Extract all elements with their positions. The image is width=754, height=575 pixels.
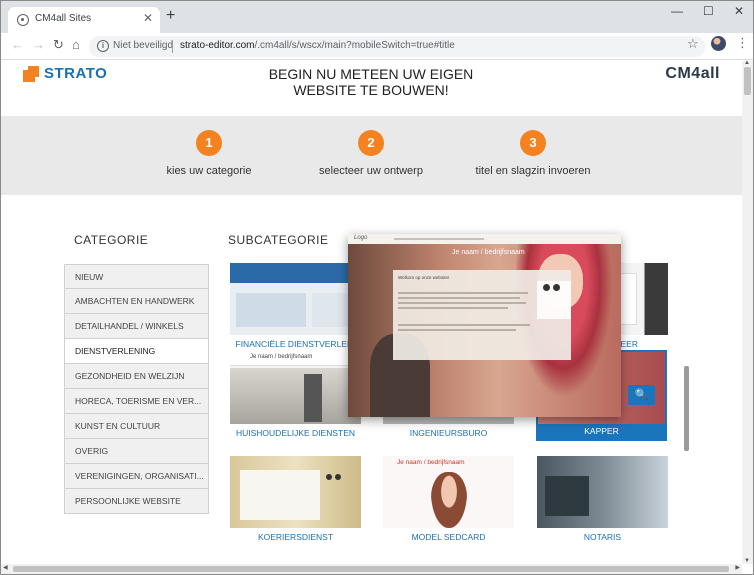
thumb-title: Je naam / bedrijfsnaam bbox=[397, 459, 465, 466]
subcategory-label: KOERIERSDIENST bbox=[257, 532, 334, 542]
subcategories-title: SUBCATEGORIE bbox=[228, 233, 329, 247]
template-preview-popup: Logo Je naam / bedrijfsnaam Welkom op on… bbox=[348, 234, 621, 417]
address-separator bbox=[172, 40, 173, 53]
browser-window: CM4all Sites ✕ + — ☐ ✕ ← → ↻ ⌂ i Niet be… bbox=[0, 0, 754, 575]
preview-logo: Logo bbox=[354, 235, 368, 241]
cm4all-logo: CM4all bbox=[665, 65, 720, 82]
preview-text-line bbox=[398, 329, 516, 331]
page-horizontal-scrollbar[interactable]: ◀ ▶ bbox=[1, 564, 742, 574]
url-path: /.cm4all/s/wscx/main?mobileSwitch=true#t… bbox=[254, 40, 455, 51]
subcategory-tile-model-sedcard[interactable]: Je naam / bedrijfsnaam MODEL SEDCARD bbox=[383, 456, 514, 542]
maximize-icon[interactable]: ☐ bbox=[703, 4, 714, 18]
category-item-horeca[interactable]: HORECA, TOERISME EN VER... bbox=[64, 389, 209, 414]
thumb-title: Je naam / bedrijfsnaam bbox=[250, 354, 313, 360]
social-dot-icon bbox=[553, 284, 560, 291]
reload-icon[interactable]: ↻ bbox=[53, 37, 64, 53]
step-3: 3 titel en slagzin invoeren bbox=[433, 130, 633, 177]
tab-cm4all-sites[interactable]: CM4all Sites ✕ bbox=[8, 7, 160, 33]
preview-text-line bbox=[398, 324, 530, 326]
step-number: 3 bbox=[520, 130, 546, 156]
profile-avatar[interactable] bbox=[711, 36, 726, 51]
security-status: Niet beveiligd bbox=[113, 40, 174, 51]
tab-title: CM4all Sites bbox=[35, 13, 92, 24]
category-item-overig[interactable]: OVERIG bbox=[64, 439, 209, 464]
scroll-right-icon[interactable]: ▶ bbox=[735, 564, 740, 571]
preview-nav-line bbox=[394, 238, 484, 240]
page-headline: BEGIN NU METEEN UW EIGEN WEBSITE TE BOUW… bbox=[221, 66, 521, 98]
preview-nav-bar: Logo bbox=[348, 234, 621, 244]
page-content: STRATO BEGIN NU METEEN UW EIGEN WEBSITE … bbox=[1, 61, 742, 564]
scroll-up-icon[interactable]: ▲ bbox=[744, 60, 750, 66]
preview-slogan: Je naam / bedrijfsnaam bbox=[452, 249, 525, 256]
step-number: 1 bbox=[196, 130, 222, 156]
template-thumbnail bbox=[537, 456, 668, 528]
minimize-icon[interactable]: — bbox=[671, 4, 683, 18]
site-header: STRATO BEGIN NU METEEN UW EIGEN WEBSITE … bbox=[1, 61, 742, 116]
globe-icon bbox=[17, 14, 29, 26]
back-icon[interactable]: ← bbox=[11, 37, 24, 52]
category-item-nieuw[interactable]: NIEUW bbox=[64, 264, 209, 289]
tab-strip: CM4all Sites ✕ + — ☐ ✕ bbox=[1, 1, 753, 33]
category-list: NIEUW AMBACHTEN EN HANDWERK DETAILHANDEL… bbox=[64, 264, 209, 514]
subcategory-label: HUISHOUDELIJKE DIENSTEN bbox=[235, 428, 356, 438]
step-number: 2 bbox=[358, 130, 384, 156]
page-vertical-scrollbar[interactable]: ▲ ▼ bbox=[742, 60, 753, 564]
close-window-icon[interactable]: ✕ bbox=[734, 4, 744, 18]
subcategory-scrollbar[interactable] bbox=[684, 366, 689, 451]
home-icon[interactable]: ⌂ bbox=[72, 37, 80, 52]
headline-line-1: BEGIN NU METEEN UW EIGEN bbox=[268, 66, 474, 82]
categories-title: CATEGORIE bbox=[74, 233, 149, 247]
url-host: strato-editor.com bbox=[180, 40, 255, 51]
scroll-left-icon[interactable]: ◀ bbox=[3, 564, 8, 571]
subcategory-label: FINANCIËLE DIENSTVERLENI bbox=[235, 339, 356, 349]
category-item-ambachten[interactable]: AMBACHTEN EN HANDWERK bbox=[64, 289, 209, 314]
social-dot-icon bbox=[543, 284, 550, 291]
preview-text-line bbox=[398, 297, 520, 299]
url-text: strato-editor.com/.cm4all/s/wscx/main?mo… bbox=[180, 40, 455, 51]
vertical-scroll-thumb[interactable] bbox=[744, 67, 751, 95]
strato-brand-text: STRATO bbox=[44, 65, 108, 82]
browser-toolbar: ← → ↻ ⌂ i Niet beveiligd strato-editor.c… bbox=[1, 33, 753, 60]
subcategory-tile-huishoudelijk[interactable]: Je naam / bedrijfsnaam HUISHOUDELIJKE DI… bbox=[230, 352, 361, 438]
category-item-gezondheid[interactable]: GEZONDHEID EN WELZIJN bbox=[64, 364, 209, 389]
info-icon[interactable]: i bbox=[97, 40, 109, 52]
template-thumbnail: Je naam / bedrijfsnaam bbox=[383, 456, 514, 528]
subcategory-label: MODEL SEDCARD bbox=[411, 532, 486, 542]
preview-content-heading: Welkom op onze website! bbox=[398, 275, 450, 280]
category-item-verenigingen[interactable]: VERENIGINGEN, ORGANISATI... bbox=[64, 464, 209, 489]
preview-text-line bbox=[398, 307, 508, 309]
template-thumbnail bbox=[230, 263, 361, 335]
browser-menu-icon[interactable]: ⋮ bbox=[736, 35, 749, 51]
category-item-detailhandel[interactable]: DETAILHANDEL / WINKELS bbox=[64, 314, 209, 339]
subcategory-label: KAPPER bbox=[538, 424, 665, 439]
subcategory-tile-koeriersdienst[interactable]: KOERIERSDIENST bbox=[230, 456, 361, 542]
preview-contact-box bbox=[537, 281, 571, 319]
template-thumbnail bbox=[230, 456, 361, 528]
subcategory-label: NOTARIS bbox=[583, 532, 622, 542]
steps-bar: 1 kies uw categorie 2 selecteer uw ontwe… bbox=[1, 116, 742, 195]
step-label: titel en slagzin invoeren bbox=[475, 165, 591, 177]
preview-search-button[interactable]: 🔍 bbox=[628, 385, 655, 405]
scroll-down-icon[interactable]: ▼ bbox=[744, 558, 750, 564]
headline-line-2: WEBSITE TE BOUWEN! bbox=[293, 82, 449, 98]
forward-icon[interactable]: → bbox=[32, 37, 45, 52]
address-bar[interactable]: i Niet beveiligd strato-editor.com/.cm4a… bbox=[89, 36, 705, 57]
category-item-dienstverlening[interactable]: DIENSTVERLENING bbox=[64, 339, 209, 364]
bookmark-star-icon[interactable]: ☆ bbox=[687, 36, 699, 52]
subcategory-tile-financiele[interactable]: FINANCIËLE DIENSTVERLENI bbox=[230, 263, 361, 349]
category-item-kunst[interactable]: KUNST EN CULTUUR bbox=[64, 414, 209, 439]
close-tab-icon[interactable]: ✕ bbox=[143, 11, 153, 25]
strato-logo[interactable]: STRATO bbox=[23, 65, 107, 82]
template-thumbnail: Je naam / bedrijfsnaam bbox=[230, 352, 361, 424]
preview-text-line bbox=[398, 302, 526, 304]
strato-mark-icon bbox=[23, 65, 39, 82]
preview-text-line bbox=[398, 292, 528, 294]
new-tab-button[interactable]: + bbox=[166, 7, 175, 25]
subcategory-tile-notaris[interactable]: NOTARIS bbox=[537, 456, 668, 542]
category-item-persoonlijk[interactable]: PERSOONLIJKE WEBSITE bbox=[64, 489, 209, 514]
horizontal-scroll-thumb[interactable] bbox=[13, 566, 729, 572]
subcategory-label: INGENIEURSBURO bbox=[409, 428, 488, 438]
